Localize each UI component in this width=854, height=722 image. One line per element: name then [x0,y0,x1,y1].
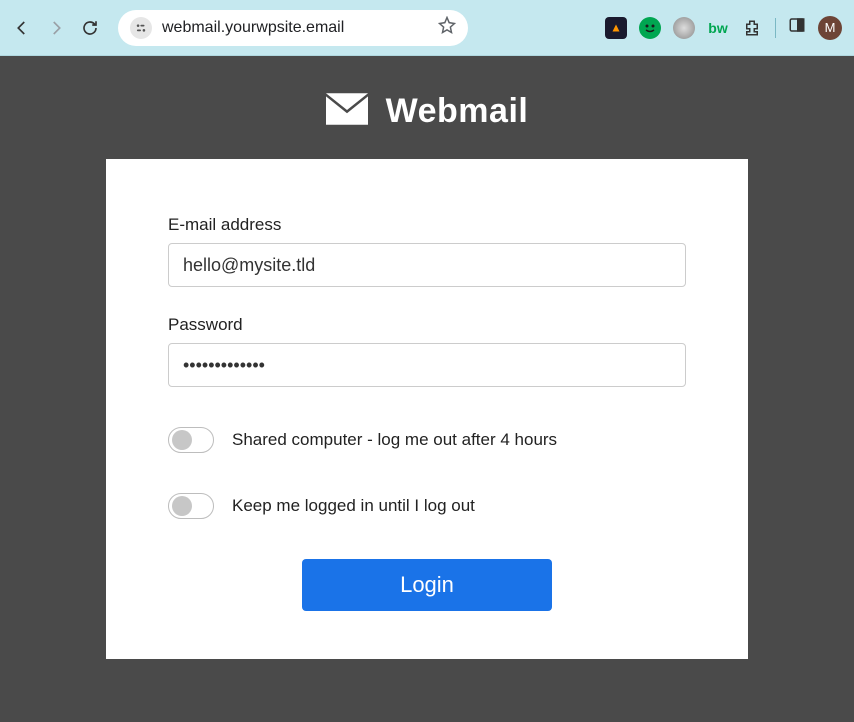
toolbar-divider [775,18,776,38]
extension-icon-3[interactable] [673,17,695,39]
page-body: Webmail E-mail address Password Shared c… [0,56,854,722]
login-button[interactable]: Login [302,559,552,611]
email-label: E-mail address [168,215,686,235]
extension-icon-2[interactable] [639,17,661,39]
email-group: E-mail address [168,215,686,287]
address-bar[interactable]: webmail.yourwpsite.email [118,10,468,46]
shared-computer-label: Shared computer - log me out after 4 hou… [232,430,557,450]
bookmark-star-icon[interactable] [438,16,456,39]
keep-logged-row: Keep me logged in until I log out [168,493,686,519]
back-button[interactable] [12,18,32,38]
extension-icon-1[interactable] [605,17,627,39]
keep-logged-label: Keep me logged in until I log out [232,496,475,516]
password-group: Password [168,315,686,387]
reload-button[interactable] [80,18,100,38]
password-label: Password [168,315,686,335]
toggle-section: Shared computer - log me out after 4 hou… [168,427,686,519]
extension-icon-4[interactable]: bw [707,17,729,39]
email-input[interactable] [168,243,686,287]
extension-icons: bw M [605,16,842,40]
url-text[interactable]: webmail.yourwpsite.email [162,19,438,37]
forward-button[interactable] [46,18,66,38]
envelope-icon [326,93,368,130]
site-info-icon[interactable] [130,17,152,39]
password-input[interactable] [168,343,686,387]
shared-computer-row: Shared computer - log me out after 4 hou… [168,427,686,453]
side-panel-icon[interactable] [788,16,806,39]
brand-logo: Webmail [326,92,529,131]
brand-title: Webmail [386,92,529,131]
extensions-menu-icon[interactable] [741,17,763,39]
login-card: E-mail address Password Shared computer … [106,159,748,659]
shared-computer-toggle[interactable] [168,427,214,453]
keep-logged-toggle[interactable] [168,493,214,519]
browser-toolbar: webmail.yourwpsite.email bw M [0,0,854,56]
profile-avatar[interactable]: M [818,16,842,40]
